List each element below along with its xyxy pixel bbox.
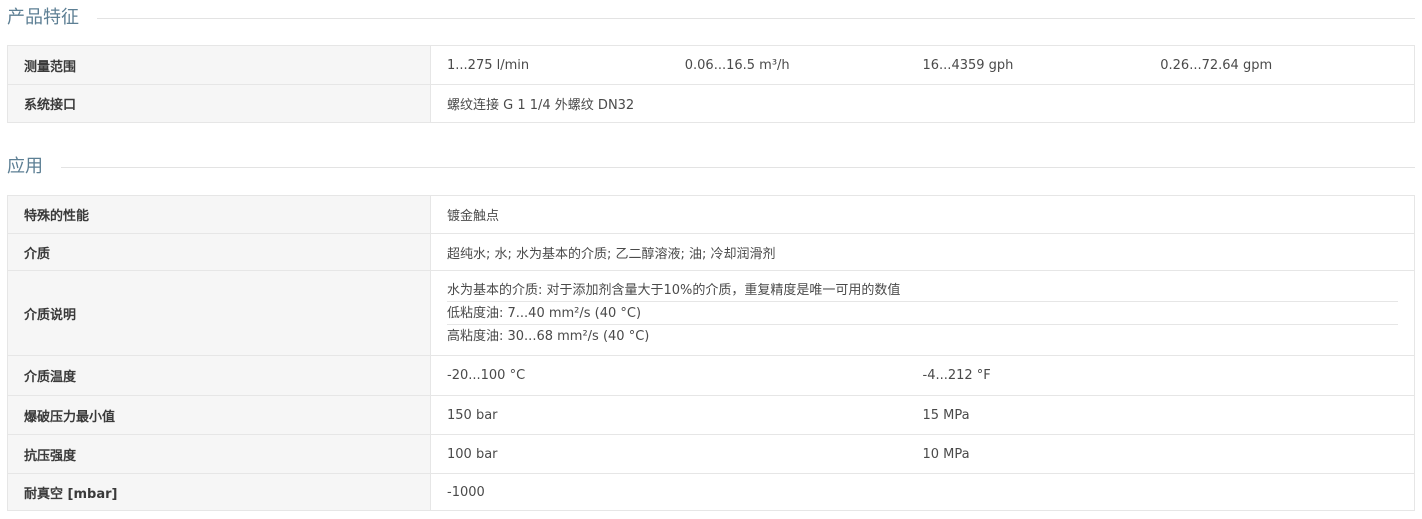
section-header-application: 应用 [7, 155, 1415, 179]
value-cell: 100 bar [447, 446, 498, 462]
application-table: 特殊的性能 镀金触点 介质 超纯水; 水; 水为基本的介质; 乙二醇溶液; 油;… [7, 195, 1415, 511]
value-cell: 镀金触点 [430, 195, 1415, 234]
value-cell: -4...212 °F [922, 368, 991, 383]
table-row-min-burst-pressure: 爆破压力最小值 150 bar 15 MPa [7, 395, 1415, 435]
table-row-process-connection: 系统接口 螺纹连接 G 1 1/4 外螺纹 DN32 [7, 84, 1415, 123]
value-cell: 0.06...16.5 m³/h [684, 57, 790, 73]
value-cell: -1000 [447, 484, 485, 500]
value-cell: 16...4359 gph [922, 57, 1014, 73]
value-cell: 15 MPa [922, 407, 970, 423]
row-label: 特殊的性能 [7, 195, 431, 234]
row-label: 介质温度 [7, 355, 431, 396]
value-cell: 10 MPa [922, 446, 970, 462]
table-row-vacuum-resistance: 耐真空 [mbar] -1000 [7, 473, 1415, 511]
section-header-product-features: 产品特征 [7, 6, 1415, 30]
value-cell: 超纯水; 水; 水为基本的介质; 乙二醇溶液; 油; 冷却润滑剂 [430, 233, 1415, 271]
row-label: 介质 [7, 233, 431, 271]
value-line: 低粘度油: 7...40 mm²/s (40 °C) [447, 302, 1398, 325]
table-row-pressure-rating: 抗压强度 100 bar 10 MPa [7, 434, 1415, 474]
value-cell: 螺纹连接 G 1 1/4 外螺纹 DN32 [447, 98, 635, 113]
table-row-medium: 介质 超纯水; 水; 水为基本的介质; 乙二醇溶液; 油; 冷却润滑剂 [7, 233, 1415, 271]
product-features-table: 测量范围 1...275 l/min 0.06...16.5 m³/h 16..… [7, 45, 1415, 123]
section-divider [7, 167, 1415, 168]
section-divider [7, 18, 1415, 19]
table-row-measuring-range: 测量范围 1...275 l/min 0.06...16.5 m³/h 16..… [7, 45, 1415, 85]
value-cell: 150 bar [447, 407, 498, 423]
value-line: 水为基本的介质: 对于添加剂含量大于10%的介质，重复精度是唯一可用的数值 [447, 279, 1398, 302]
table-row-medium-temperature: 介质温度 -20...100 °C -4...212 °F [7, 355, 1415, 396]
table-row-medium-notes: 介质说明 水为基本的介质: 对于添加剂含量大于10%的介质，重复精度是唯一可用的… [7, 270, 1415, 356]
value-cell: -20...100 °C [447, 368, 526, 383]
value-line: 高粘度油: 30...68 mm²/s (40 °C) [447, 329, 650, 344]
value-cell: 0.26...72.64 gpm [1160, 57, 1273, 73]
row-label: 介质说明 [7, 270, 431, 356]
row-label: 系统接口 [7, 84, 431, 123]
table-row-special-feature: 特殊的性能 镀金触点 [7, 195, 1415, 234]
row-label: 耐真空 [mbar] [7, 473, 431, 511]
row-label: 抗压强度 [7, 434, 431, 474]
section-title: 应用 [7, 155, 61, 179]
row-label: 爆破压力最小值 [7, 395, 431, 435]
value-cell: 1...275 l/min [447, 57, 530, 73]
section-title: 产品特征 [7, 6, 97, 30]
row-label: 测量范围 [7, 45, 431, 85]
